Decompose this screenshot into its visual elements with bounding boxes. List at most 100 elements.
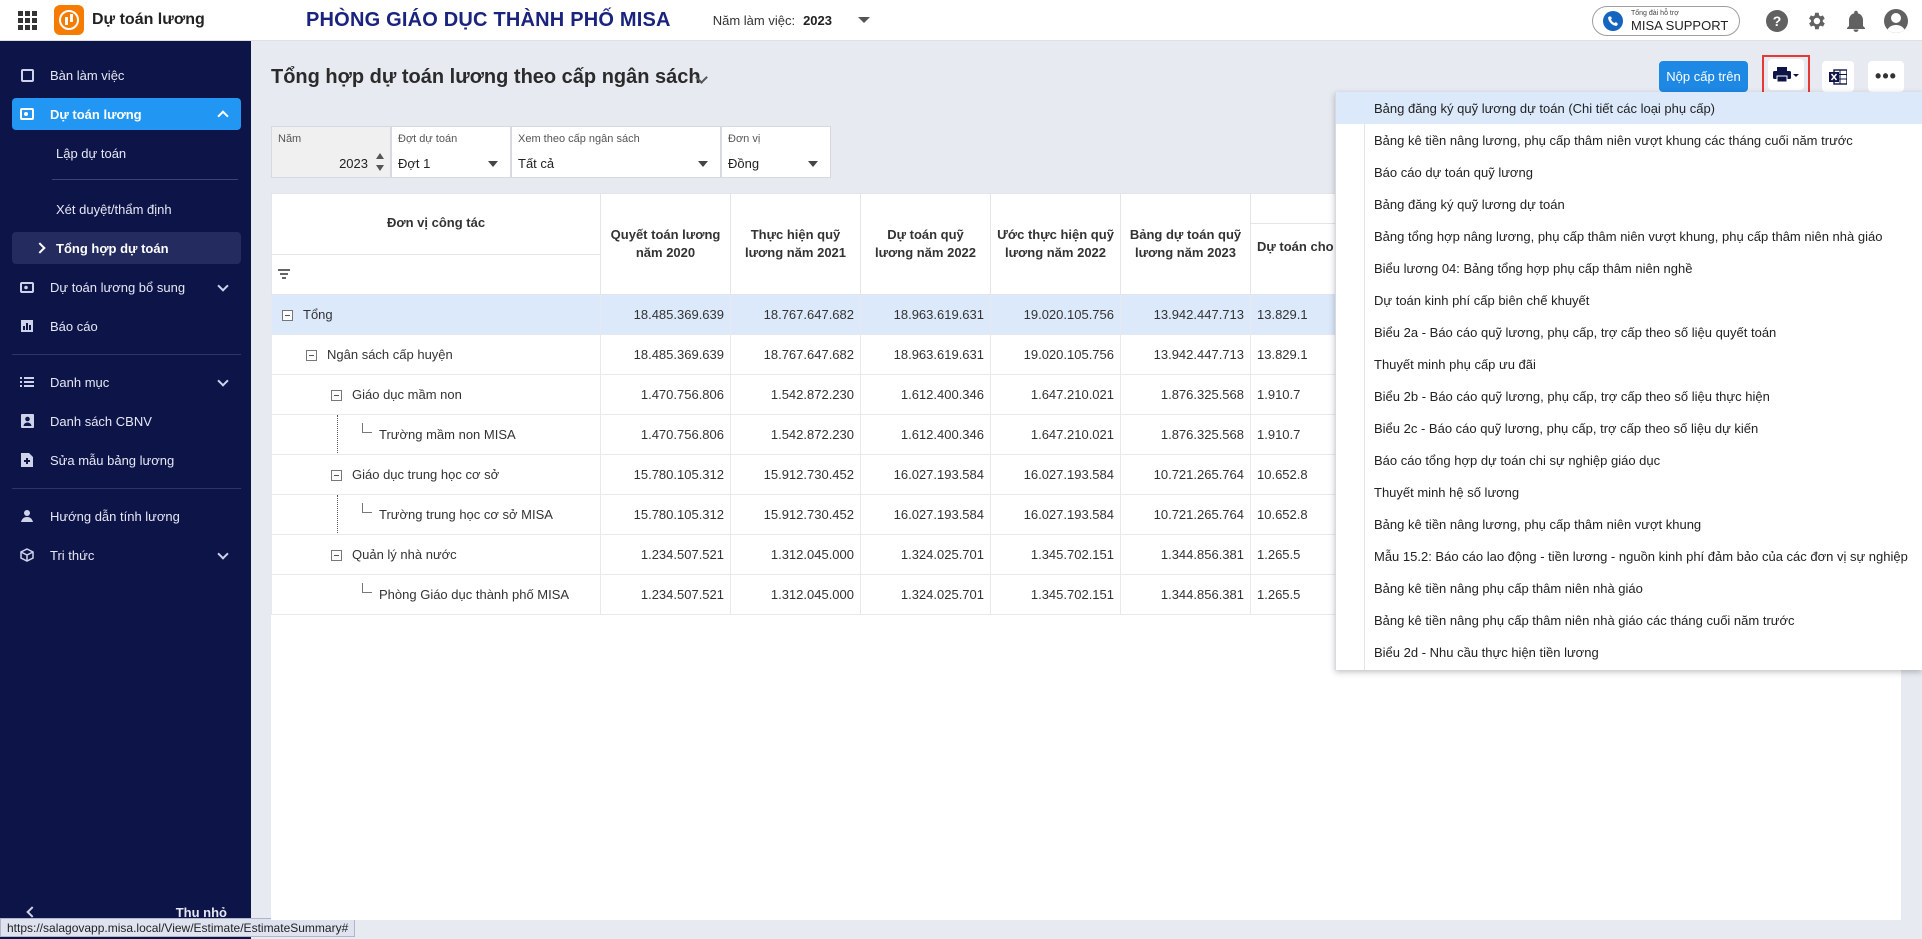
column-header-label: Đơn vị công tác — [386, 215, 486, 230]
spinner-icon[interactable] — [376, 153, 384, 171]
apps-grid-icon[interactable] — [0, 0, 54, 41]
menu-item-report[interactable]: Bảng đăng ký quỹ lương dự toán (Chi tiết… — [1336, 92, 1922, 124]
submit-to-superior-button[interactable]: Nộp cấp trên — [1659, 61, 1748, 92]
working-year-value[interactable]: 2023 — [803, 13, 832, 28]
tree-elbow — [362, 423, 372, 433]
cell: 15.780.105.312 — [600, 494, 731, 535]
document-plus-icon — [20, 453, 34, 467]
budget-level-filter[interactable]: Xem theo cấp ngân sách Tất cả — [511, 126, 721, 178]
sidebar-item-label: Danh sách CBNV — [50, 413, 152, 429]
tree-elbow — [362, 583, 372, 593]
menu-item-report[interactable]: Báo cáo dự toán quỹ lương — [1336, 156, 1922, 188]
avatar[interactable] — [1884, 9, 1908, 33]
table-row[interactable]: Ngân sách cấp huyện 18.485.369.639 18.76… — [271, 334, 1361, 375]
cell: 1.312.045.000 — [730, 534, 861, 575]
table-row[interactable]: Quản lý nhà nước 1.234.507.521 1.312.045… — [271, 534, 1361, 575]
menu-item-report[interactable]: Thuyết minh hệ số lương — [1336, 476, 1922, 508]
gear-icon[interactable] — [1805, 10, 1827, 32]
chevron-down-icon[interactable] — [857, 17, 870, 23]
menu-item-report[interactable]: Bảng kê tiền nâng phụ cấp thâm niên nhà … — [1336, 572, 1922, 604]
table-row[interactable]: Trường trung học cơ sở MISA 15.780.105.3… — [271, 494, 1361, 535]
cell: 16.027.193.584 — [860, 454, 991, 495]
sidebar-item-reports[interactable]: Báo cáo — [12, 310, 241, 342]
sidebar-item-supplementary[interactable]: Dự toán lương bổ sung — [12, 271, 241, 303]
menu-item-report[interactable]: Bảng đăng ký quỹ lương dự toán — [1336, 188, 1922, 220]
tree-line — [337, 415, 338, 454]
budget-level-filter-value: Tất cả — [518, 156, 555, 171]
cell: 10.721.265.764 — [1120, 454, 1251, 495]
menu-item-report[interactable]: Biểu 2c - Báo cáo quỹ lương, phụ cấp, tr… — [1336, 412, 1922, 444]
column-header: Ước thực hiện quỹ lương năm 2022 — [990, 193, 1121, 295]
support-button[interactable]: Tổng đài hỗ trợ MISA SUPPORT — [1592, 6, 1740, 36]
cell: 1.324.025.701 — [860, 574, 991, 615]
excel-icon — [1829, 68, 1847, 85]
print-button[interactable] — [1762, 55, 1810, 94]
sidebar-item-label: Báo cáo — [50, 318, 98, 334]
unit-filter-value: Đồng — [728, 156, 760, 171]
menu-item-report[interactable]: Bảng kê tiền nâng phụ cấp thâm niên nhà … — [1336, 604, 1922, 636]
column-header: Bảng dự toán quỹ lương năm 2023 — [1120, 193, 1251, 295]
column-filter-row[interactable] — [272, 254, 600, 294]
unit-filter[interactable]: Đơn vị Đồng — [721, 126, 831, 178]
table-row[interactable]: Trường mầm non MISA 1.470.756.806 1.542.… — [271, 414, 1361, 455]
more-options-button[interactable]: ••• — [1868, 61, 1904, 92]
help-icon[interactable]: ? — [1766, 10, 1788, 32]
chevron-down-icon — [698, 161, 708, 167]
sidebar-item-label: Tổng hợp dự toán — [56, 240, 169, 256]
cell: 15.912.730.452 — [730, 454, 861, 495]
menu-item-report[interactable]: Biểu lương 04: Bảng tổng hợp phụ cấp thâ… — [1336, 252, 1922, 284]
menu-item-report[interactable]: Bảng tổng hợp nâng lương, phụ cấp thâm n… — [1336, 220, 1922, 252]
row-name: Quản lý nhà nước — [352, 547, 457, 562]
row-name: Phòng Giáo dục thành phố MISA — [379, 587, 570, 602]
divider — [52, 179, 238, 180]
menu-item-report[interactable]: Biểu 2a - Báo cáo quỹ lương, phụ cấp, tr… — [1336, 316, 1922, 348]
cell: 1.612.400.346 — [860, 374, 991, 415]
menu-item-report[interactable]: Bảng kê tiền nâng lương, phụ cấp thâm ni… — [1336, 508, 1922, 540]
collapse-toggle-icon[interactable] — [282, 310, 293, 322]
sidebar-item-knowledge[interactable]: Tri thức — [12, 539, 241, 571]
menu-item-report[interactable]: Bảng kê tiền nâng lương, phụ cấp thâm ni… — [1336, 124, 1922, 156]
table-row[interactable]: Phòng Giáo dục thành phố MISA 1.234.507.… — [271, 574, 1361, 615]
cell: 18.485.369.639 — [600, 334, 731, 375]
table-row-total[interactable]: Tổng 18.485.369.639 18.767.647.682 18.96… — [271, 294, 1361, 335]
year-filter[interactable]: Năm 2023 — [271, 126, 391, 178]
cell: 1.312.045.000 — [730, 574, 861, 615]
chevron-down-icon — [217, 280, 229, 292]
column-header: Dự toán quỹ lương năm 2022 — [860, 193, 991, 295]
cell: 1.470.756.806 — [600, 374, 731, 415]
divider — [12, 488, 241, 489]
collapse-toggle-icon[interactable] — [331, 550, 342, 562]
sidebar-item-label: Lập dự toán — [56, 145, 127, 161]
filter-icon[interactable] — [278, 269, 290, 279]
sidebar-item-salary-guide[interactable]: Hướng dẫn tính lương — [12, 500, 241, 532]
row-name: Ngân sách cấp huyện — [327, 347, 453, 362]
collapse-toggle-icon[interactable] — [331, 470, 342, 482]
menu-item-report[interactable]: Mẫu 15.2: Báo cáo lao động - tiền lương … — [1336, 540, 1922, 572]
menu-item-report[interactable]: Dự toán kinh phí cấp biên chế khuyết — [1336, 284, 1922, 316]
cell: 18.767.647.682 — [730, 334, 861, 375]
sidebar-item-approval[interactable]: Xét duyệt/thẩm định — [12, 193, 241, 225]
sidebar-item-edit-template[interactable]: Sửa mẫu bảng lương — [12, 444, 241, 476]
sidebar-item-estimate-summary[interactable]: Tổng hợp dự toán — [12, 232, 241, 264]
sidebar-item-employee-list[interactable]: Danh sách CBNV — [12, 405, 241, 437]
cube-icon — [20, 548, 34, 562]
menu-item-report[interactable]: Thuyết minh phụ cấp ưu đãi — [1336, 348, 1922, 380]
menu-item-report[interactable]: Biểu 2b - Báo cáo quỹ lương, phụ cấp, tr… — [1336, 380, 1922, 412]
sidebar-item-catalog[interactable]: Danh mục — [12, 366, 241, 398]
year-filter-label: Năm — [278, 133, 302, 145]
collapse-toggle-icon[interactable] — [306, 350, 317, 362]
sidebar-item-label: Tri thức — [50, 547, 95, 563]
sidebar-item-salary-estimate[interactable]: Dự toán lương — [12, 98, 241, 130]
export-excel-button[interactable] — [1822, 61, 1854, 92]
cell: 13.942.447.713 — [1120, 334, 1251, 375]
sidebar-item-create-estimate[interactable]: Lập dự toán — [12, 137, 241, 169]
menu-item-report[interactable]: Biểu 2d - Nhu cầu thực hiện tiền lương — [1336, 636, 1922, 668]
bell-icon[interactable] — [1845, 10, 1867, 32]
sidebar-item-desk[interactable]: Bàn làm việc — [12, 59, 241, 91]
employee-icon — [20, 414, 34, 428]
batch-filter[interactable]: Đợt dự toán Đợt 1 — [391, 126, 511, 178]
menu-item-report[interactable]: Báo cáo tổng hợp dự toán chi sự nghiệp g… — [1336, 444, 1922, 476]
collapse-toggle-icon[interactable] — [331, 390, 342, 402]
table-row[interactable]: Giáo dục trung học cơ sở 15.780.105.312 … — [271, 454, 1361, 495]
table-row[interactable]: Giáo dục mầm non 1.470.756.806 1.542.872… — [271, 374, 1361, 415]
